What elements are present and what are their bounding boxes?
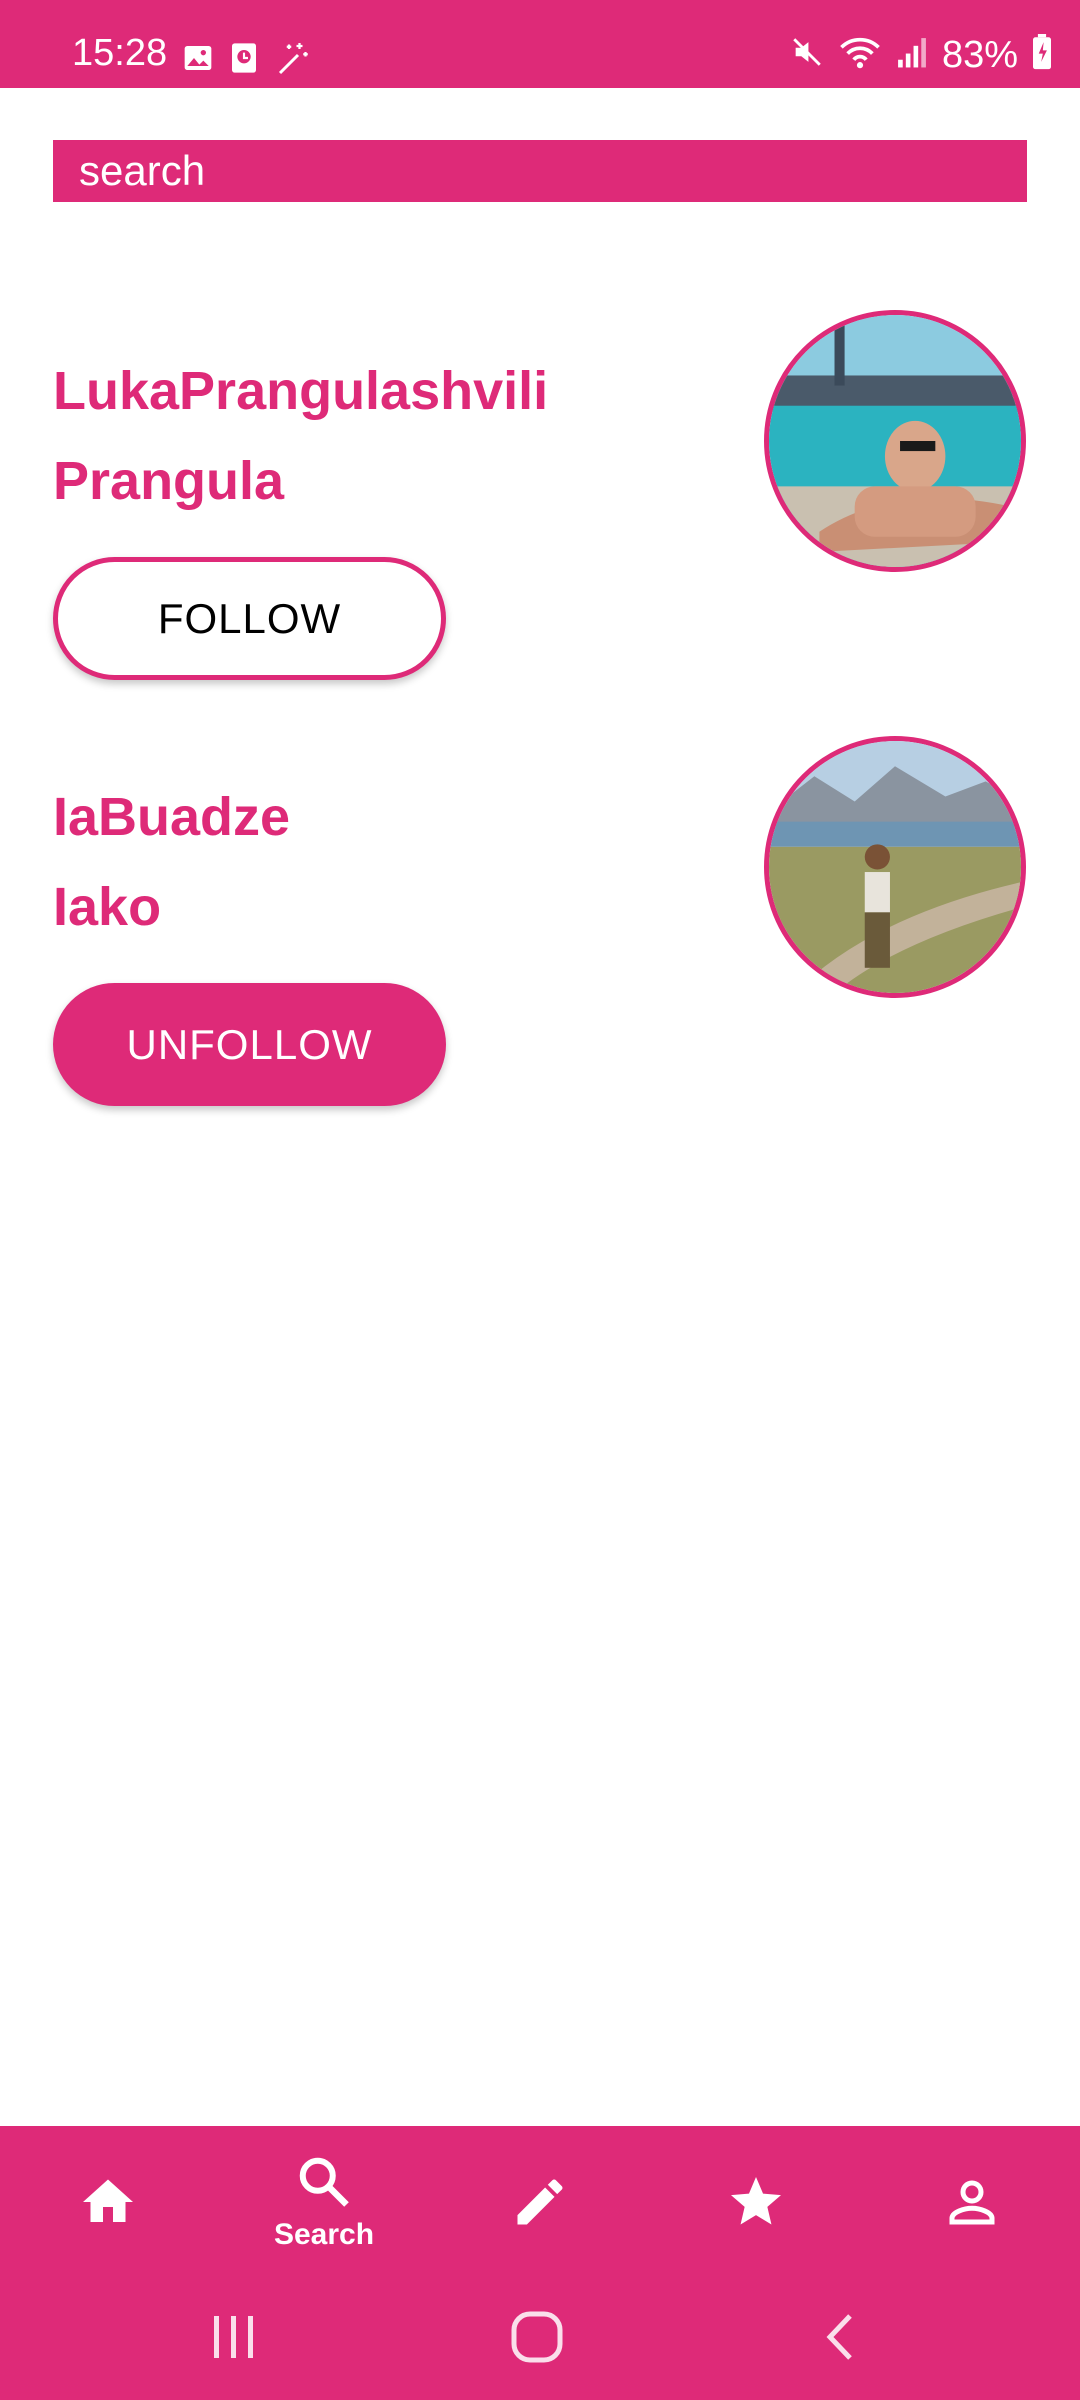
nav-item-search[interactable]: Search <box>216 2126 432 2278</box>
nav-item-favorites[interactable] <box>648 2126 864 2278</box>
signal-icon <box>896 35 928 74</box>
home-button[interactable] <box>502 2308 572 2368</box>
nav-item-profile[interactable] <box>864 2126 1080 2278</box>
media-icon <box>230 42 258 79</box>
system-navigation-bar <box>0 2278 1080 2400</box>
search-icon <box>299 2157 349 2207</box>
back-button[interactable] <box>806 2308 876 2368</box>
recent-apps-button[interactable] <box>200 2308 270 2368</box>
recent-apps-icon <box>214 2316 253 2358</box>
mute-icon <box>790 35 824 74</box>
nav-label-search: Search <box>273 2218 375 2251</box>
search-placeholder: search <box>79 147 206 194</box>
status-right: 83% <box>790 34 1052 75</box>
user-username: IaBuadze <box>53 787 291 847</box>
status-bar: 15:28 83% <box>0 0 1080 88</box>
unfollow-button[interactable]: UNFOLLOW <box>53 983 446 1106</box>
status-time: 15:28 <box>72 32 168 74</box>
user-nickname: Prangula <box>53 451 285 511</box>
gallery-icon <box>182 42 214 79</box>
back-icon <box>826 2314 852 2360</box>
status-left-icons <box>182 40 310 81</box>
wifi-icon <box>838 35 882 74</box>
avatar[interactable] <box>764 310 1026 572</box>
follow-button[interactable]: FOLLOW <box>53 557 446 680</box>
user-username: LukaPrangulashvili <box>53 361 549 421</box>
home-outline-icon <box>511 2311 563 2363</box>
edit-icon <box>517 2179 563 2225</box>
user-nickname: Iako <box>53 877 162 937</box>
bottom-navigation: Search <box>0 2126 1080 2278</box>
magic-wand-icon <box>274 40 310 81</box>
nav-item-home[interactable] <box>0 2126 216 2278</box>
home-icon <box>83 2179 133 2222</box>
avatar[interactable] <box>764 736 1026 998</box>
nav-item-edit[interactable] <box>432 2126 648 2278</box>
profile-icon <box>949 2180 995 2225</box>
battery-icon <box>1032 34 1052 75</box>
star-icon <box>731 2177 781 2225</box>
search-input[interactable]: search <box>53 140 1027 202</box>
battery-percentage: 83% <box>941 33 1018 76</box>
